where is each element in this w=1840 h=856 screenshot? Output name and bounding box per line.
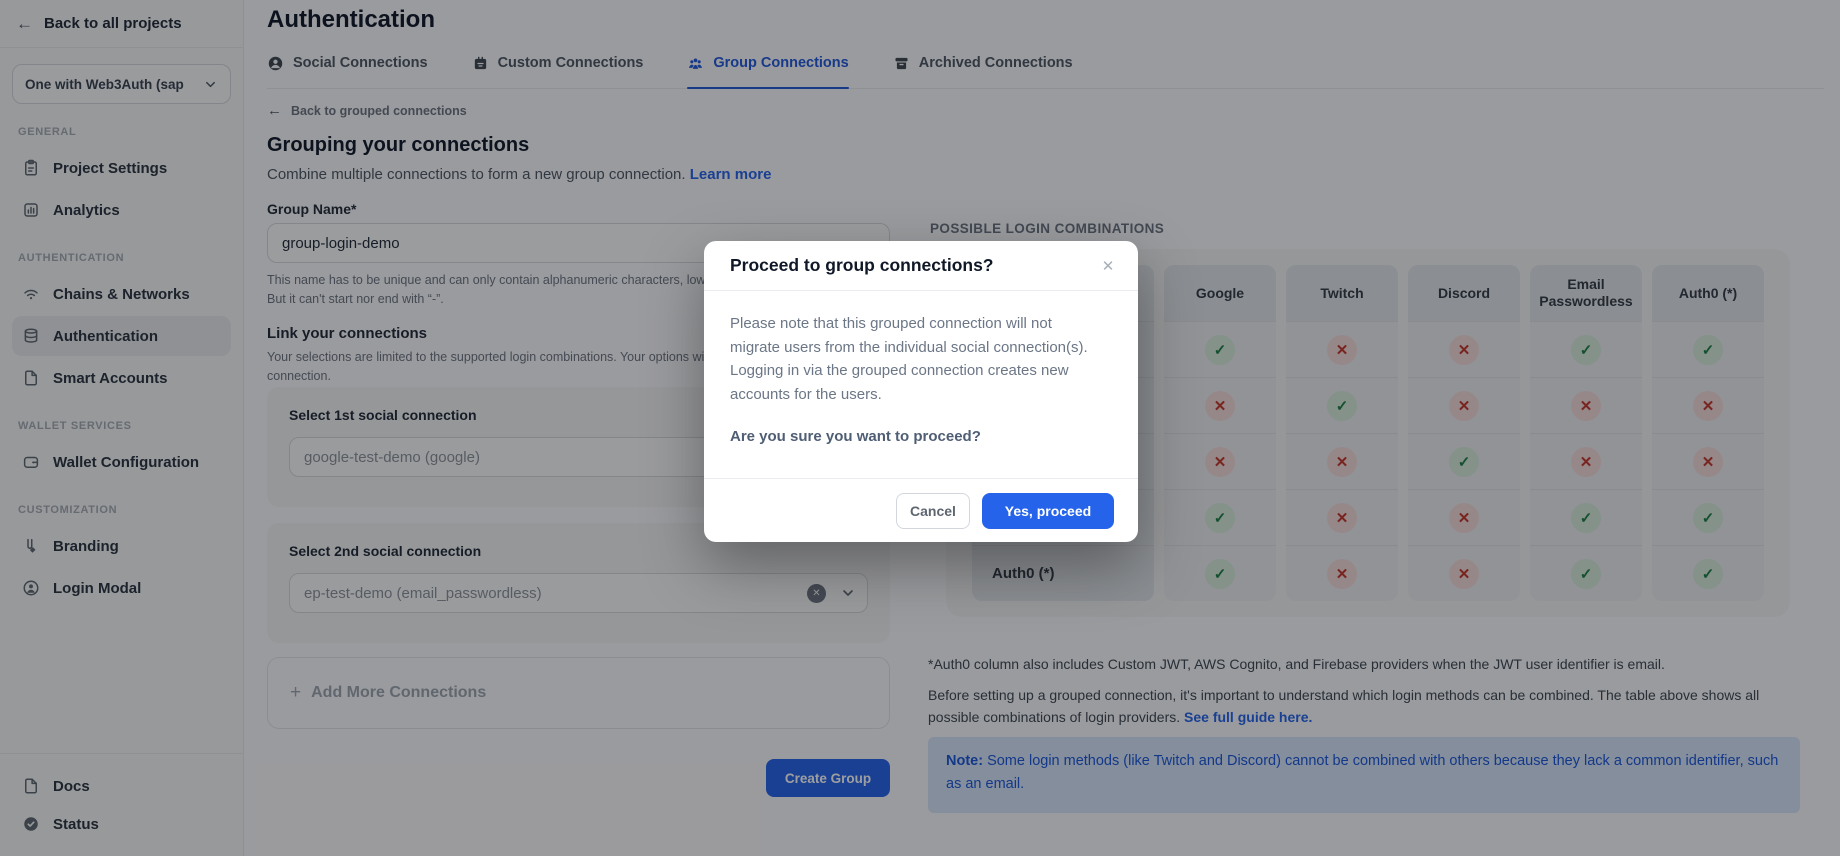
modal-body: Please note that this grouped connection…: [704, 291, 1138, 478]
yes-proceed-button[interactable]: Yes, proceed: [982, 493, 1114, 529]
cancel-button[interactable]: Cancel: [896, 493, 970, 529]
modal-footer: Cancel Yes, proceed: [704, 478, 1138, 542]
close-icon[interactable]: ✕: [1096, 254, 1120, 278]
modal-header: Proceed to group connections? ✕: [704, 241, 1138, 291]
modal-title: Proceed to group connections?: [730, 255, 994, 276]
app-root: ← Back to all projects One with Web3Auth…: [0, 0, 1840, 856]
modal-message: Please note that this grouped connection…: [730, 312, 1094, 406]
modal-question: Are you sure you want to proceed?: [730, 428, 1094, 445]
proceed-modal: Proceed to group connections? ✕ Please n…: [704, 241, 1138, 542]
